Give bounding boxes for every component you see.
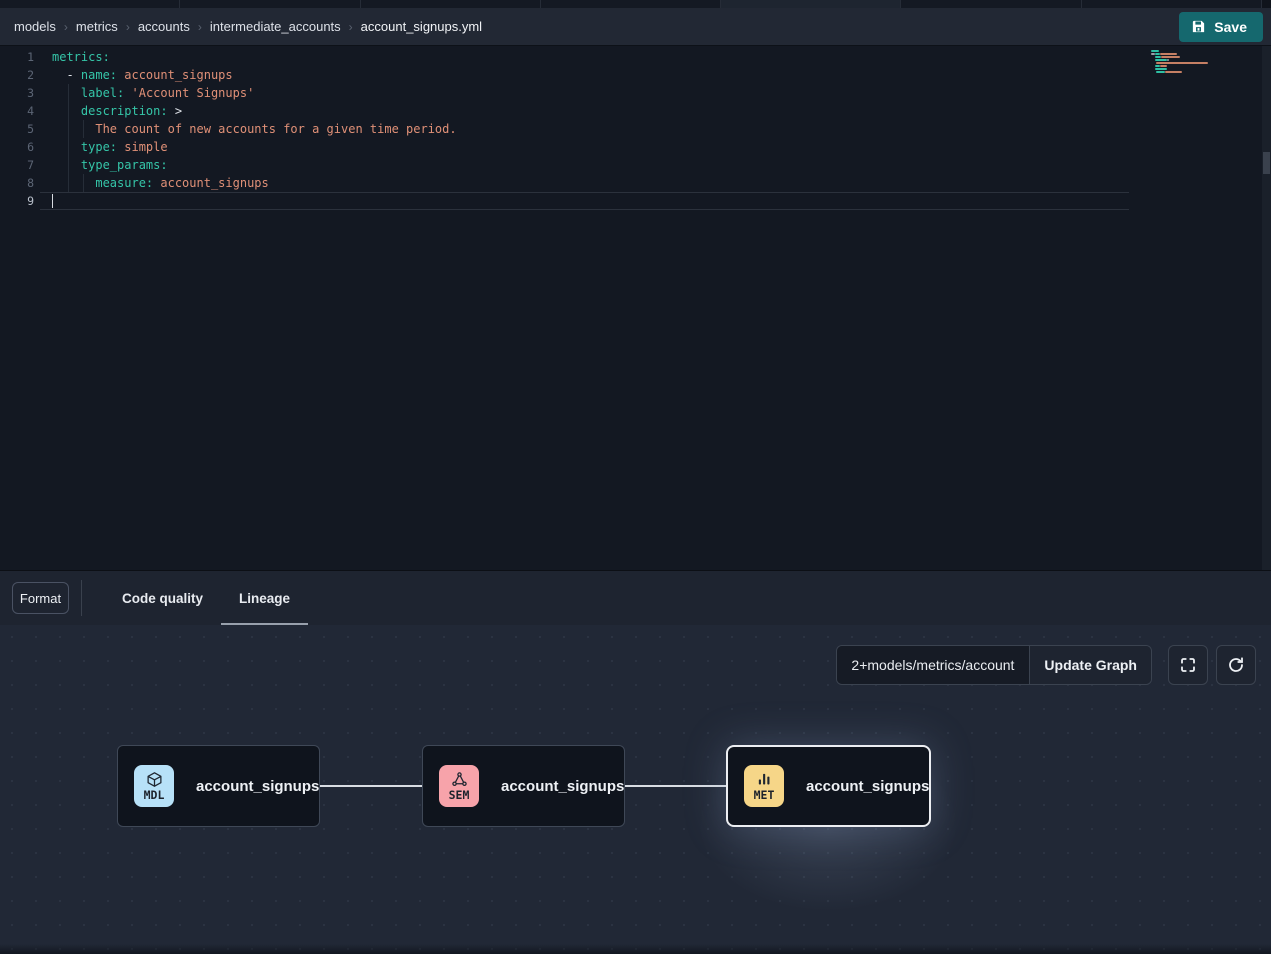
editor-scrollbar[interactable] <box>1262 46 1271 570</box>
line-number: 1 <box>0 48 40 66</box>
breadcrumb-separator: › <box>126 20 130 34</box>
refresh-icon <box>1227 656 1245 674</box>
lineage-node-met[interactable]: MET account_signups <box>726 745 931 827</box>
breadcrumb-item[interactable]: intermediate_accounts <box>210 19 341 34</box>
indent-guide <box>68 84 69 192</box>
code-lines: 1metrics:2 - name: account_signups3 labe… <box>0 48 1271 210</box>
panel-tab-code-quality[interactable]: Code quality <box>104 571 221 626</box>
breadcrumb-separator: › <box>198 20 202 34</box>
save-button[interactable]: Save <box>1179 12 1263 42</box>
top-tab-segment[interactable] <box>721 0 901 8</box>
breadcrumb-separator: › <box>349 20 353 34</box>
code-line-text: description: > <box>40 102 1129 120</box>
selector-group: Update Graph <box>836 645 1152 685</box>
code-line[interactable]: 4 description: > <box>0 102 1271 120</box>
code-line[interactable]: 5 The count of new accounts for a given … <box>0 120 1271 138</box>
lineage-selector-input[interactable] <box>837 646 1029 684</box>
indent-guide <box>83 174 84 192</box>
top-tab-segment[interactable] <box>1082 0 1262 8</box>
top-tab-segment[interactable] <box>541 0 721 8</box>
node-label: account_signups <box>501 778 624 795</box>
lineage-node-sem[interactable]: SEM account_signups <box>422 745 625 827</box>
code-line-text <box>40 192 1129 210</box>
node-type-label: MET <box>754 789 775 801</box>
code-line[interactable]: 8 measure: account_signups <box>0 174 1271 192</box>
node-type-badge: MDL <box>134 765 174 807</box>
save-button-label: Save <box>1214 19 1247 35</box>
code-line[interactable]: 7 type_params: <box>0 156 1271 174</box>
lineage-toolbar: Update Graph <box>836 645 1256 685</box>
node-type-badge: SEM <box>439 765 479 807</box>
code-line[interactable]: 9 <box>0 192 1271 210</box>
indent-guide <box>83 120 84 138</box>
lineage-canvas[interactable]: Update Graph <box>0 625 1271 954</box>
top-tab-segment[interactable] <box>180 0 360 8</box>
code-line-text: type_params: <box>40 156 1129 174</box>
code-line-text: label: 'Account Signups' <box>40 84 1129 102</box>
breadcrumb-item[interactable]: models <box>14 19 56 34</box>
node-type-badge: MET <box>744 765 784 807</box>
lineage-edge <box>625 785 726 787</box>
line-number: 2 <box>0 66 40 84</box>
line-number: 9 <box>0 192 40 210</box>
node-type-label: MDL <box>144 789 165 801</box>
breadcrumb-bar: models › metrics › accounts › intermediate_acc… <box>0 8 1271 46</box>
format-button[interactable]: Format <box>12 582 69 614</box>
code-line-text: type: simple <box>40 138 1129 156</box>
fullscreen-icon <box>1179 656 1197 674</box>
code-line-text: measure: account_signups <box>40 174 1129 192</box>
panel-tab-lineage[interactable]: Lineage <box>221 571 308 626</box>
line-number: 5 <box>0 120 40 138</box>
code-line[interactable]: 1metrics: <box>0 48 1271 66</box>
metric-chart-icon <box>756 771 773 788</box>
lineage-node-mdl[interactable]: MDL account_signups <box>117 745 320 827</box>
save-icon <box>1191 19 1206 34</box>
editor-scrollbar-thumb[interactable] <box>1263 152 1270 174</box>
top-strip-end <box>1262 0 1271 8</box>
line-number: 8 <box>0 174 40 192</box>
panel-tabs: Code qualityLineage <box>104 571 308 626</box>
fullscreen-button[interactable] <box>1168 645 1208 685</box>
code-line-text: - name: account_signups <box>40 66 1129 84</box>
breadcrumb-item[interactable]: accounts <box>138 19 190 34</box>
refresh-button[interactable] <box>1216 645 1256 685</box>
code-line[interactable]: 2 - name: account_signups <box>0 66 1271 84</box>
breadcrumb-item[interactable]: metrics <box>76 19 118 34</box>
top-tab-segment[interactable] <box>0 0 180 8</box>
node-label: account_signups <box>196 778 319 795</box>
breadcrumb-separator: › <box>64 20 68 34</box>
breadcrumb-item[interactable]: account_signups.yml <box>361 19 482 34</box>
minimap[interactable] <box>1151 50 1213 84</box>
code-line[interactable]: 3 label: 'Account Signups' <box>0 84 1271 102</box>
lineage-edge <box>320 785 422 787</box>
ide-window: models › metrics › accounts › intermediate_acc… <box>0 0 1271 954</box>
update-graph-button[interactable]: Update Graph <box>1029 646 1151 684</box>
line-number: 7 <box>0 156 40 174</box>
breadcrumb: models › metrics › accounts › intermediate_acc… <box>14 19 482 34</box>
code-editor[interactable]: 1metrics:2 - name: account_signups3 labe… <box>0 46 1271 570</box>
line-number: 6 <box>0 138 40 156</box>
panel-divider <box>81 580 82 616</box>
line-number: 3 <box>0 84 40 102</box>
code-line[interactable]: 6 type: simple <box>0 138 1271 156</box>
canvas-bottom-fade <box>0 944 1271 954</box>
semantic-graph-icon <box>451 771 468 788</box>
text-cursor <box>52 194 53 208</box>
line-number: 4 <box>0 102 40 120</box>
top-strip <box>0 0 1271 8</box>
node-label: account_signups <box>806 778 929 795</box>
top-tab-segment[interactable] <box>901 0 1081 8</box>
model-cube-icon <box>146 771 163 788</box>
code-line-text: metrics: <box>40 48 1129 66</box>
code-line-text: The count of new accounts for a given ti… <box>40 120 1129 138</box>
top-tab-segment[interactable] <box>361 0 541 8</box>
bottom-panel-header: Format Code qualityLineage <box>0 570 1271 625</box>
node-type-label: SEM <box>449 789 470 801</box>
